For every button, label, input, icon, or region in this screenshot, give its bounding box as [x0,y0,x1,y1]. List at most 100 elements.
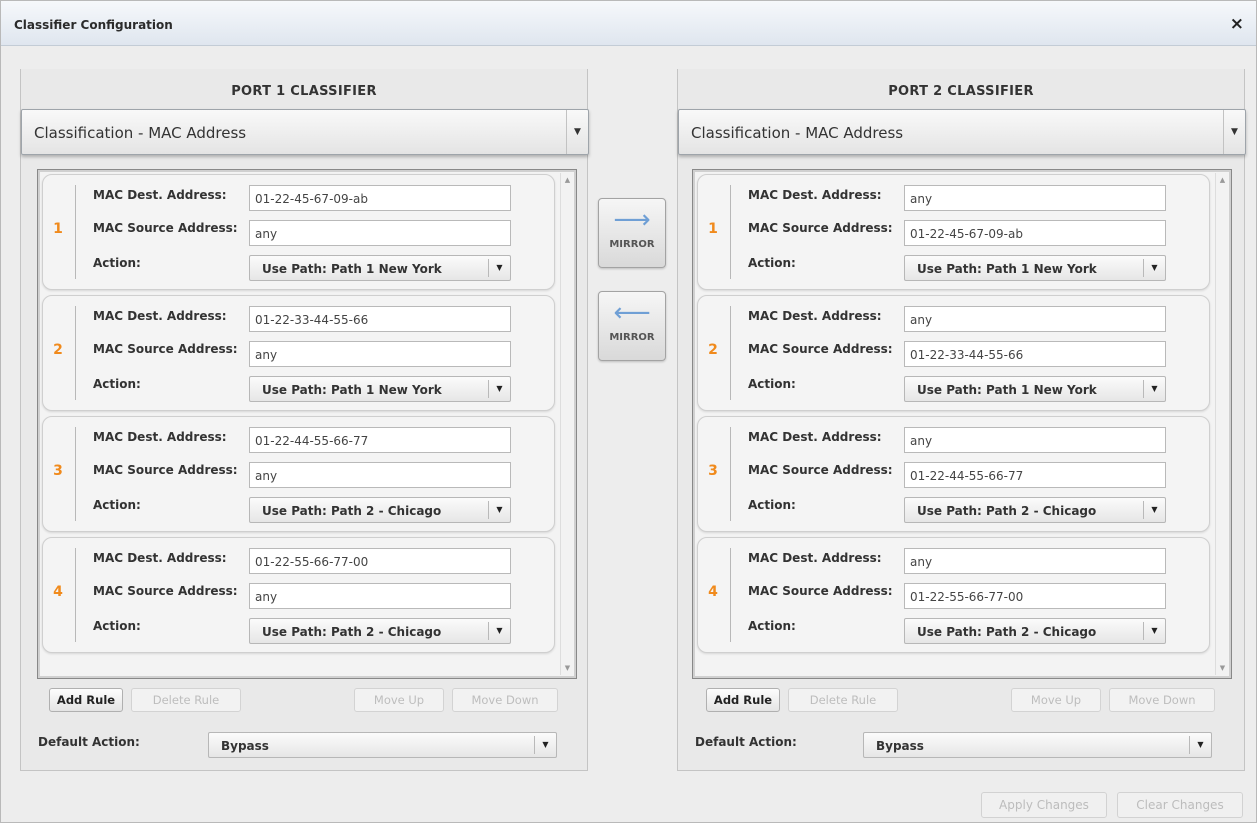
delete-rule-button[interactable]: Delete Rule [131,688,241,712]
dest-address-input[interactable]: any [904,306,1166,332]
chevron-down-icon: ▼ [488,622,510,640]
source-address-input[interactable]: any [249,341,511,367]
default-action-value: Bypass [221,739,269,753]
default-action-value: Bypass [876,739,924,753]
dest-label: MAC Dest. Address: [748,430,882,444]
add-rule-button[interactable]: Add Rule [706,688,780,712]
rule-number: 2 [708,342,718,358]
port1-heading: PORT 1 CLASSIFIER [231,84,377,99]
source-label: MAC Source Address: [748,584,893,598]
source-address-input[interactable]: 01-22-45-67-09-ab [904,220,1166,246]
window-title: Classifier Configuration [14,18,173,32]
scrollbar[interactable]: ▲ ▼ [560,173,573,675]
source-label: MAC Source Address: [93,584,238,598]
mirror-label: MIRROR [609,332,655,343]
dest-label: MAC Dest. Address: [93,309,227,323]
move-down-button[interactable]: Move Down [1109,688,1215,712]
chevron-down-icon: ▼ [566,110,588,154]
mirror-left-button[interactable]: ⟵ MIRROR [598,291,666,361]
port2-rules-list[interactable]: 1 MAC Dest. Address: any MAC Source Addr… [692,169,1232,679]
action-value: Use Path: Path 1 New York [917,262,1097,276]
mirror-label: MIRROR [609,239,655,250]
default-action-label: Default Action: [695,735,797,749]
action-select[interactable]: Use Path: Path 2 - Chicago ▼ [249,497,511,523]
port1-rule-2[interactable]: 2 MAC Dest. Address: 01-22-33-44-55-66 M… [42,295,555,411]
source-label: MAC Source Address: [748,221,893,235]
move-up-button[interactable]: Move Up [354,688,444,712]
source-address-input[interactable]: any [249,462,511,488]
default-action-select[interactable]: Bypass ▼ [208,732,557,758]
port1-rule-3[interactable]: 3 MAC Dest. Address: 01-22-44-55-66-77 M… [42,416,555,532]
port1-rules-list[interactable]: 1 MAC Dest. Address: 01-22-45-67-09-ab M… [37,169,577,679]
classifier-config-dialog: Classifier Configuration × PORT 1 CLASSI… [0,0,1257,823]
add-rule-button[interactable]: Add Rule [49,688,123,712]
source-address-input[interactable]: any [249,220,511,246]
action-label: Action: [93,619,141,633]
scroll-up-icon[interactable]: ▲ [561,173,574,187]
delete-rule-button[interactable]: Delete Rule [788,688,898,712]
action-select[interactable]: Use Path: Path 1 New York ▼ [249,255,511,281]
source-address-input[interactable]: 01-22-33-44-55-66 [904,341,1166,367]
action-select[interactable]: Use Path: Path 2 - Chicago ▼ [904,497,1166,523]
port2-rule-3[interactable]: 3 MAC Dest. Address: any MAC Source Addr… [697,416,1210,532]
action-select[interactable]: Use Path: Path 1 New York ▼ [904,255,1166,281]
chevron-down-icon: ▼ [1143,259,1165,277]
chevron-down-icon: ▼ [1143,380,1165,398]
port2-classification-select[interactable]: Classification - MAC Address ▼ [678,109,1246,155]
source-address-input[interactable]: 01-22-44-55-66-77 [904,462,1166,488]
port1-classification-select[interactable]: Classification - MAC Address ▼ [21,109,589,155]
port2-rule-1[interactable]: 1 MAC Dest. Address: any MAC Source Addr… [697,174,1210,290]
source-address-input[interactable]: 01-22-55-66-77-00 [904,583,1166,609]
default-action-select[interactable]: Bypass ▼ [863,732,1212,758]
clear-changes-button[interactable]: Clear Changes [1117,792,1243,818]
dest-address-input[interactable]: 01-22-44-55-66-77 [249,427,511,453]
scroll-down-icon[interactable]: ▼ [1216,661,1229,675]
port2-panel: PORT 2 CLASSIFIER Classification - MAC A… [677,69,1246,771]
port1-rule-4[interactable]: 4 MAC Dest. Address: 01-22-55-66-77-00 M… [42,537,555,653]
default-action-label: Default Action: [38,735,140,749]
action-select[interactable]: Use Path: Path 2 - Chicago ▼ [904,618,1166,644]
rule-number: 4 [53,584,63,600]
chevron-down-icon: ▼ [1143,501,1165,519]
action-select[interactable]: Use Path: Path 1 New York ▼ [249,376,511,402]
dest-address-input[interactable]: any [904,427,1166,453]
dest-label: MAC Dest. Address: [93,188,227,202]
dest-address-input[interactable]: 01-22-33-44-55-66 [249,306,511,332]
dest-address-input[interactable]: any [904,185,1166,211]
dest-address-input[interactable]: any [904,548,1166,574]
action-value: Use Path: Path 1 New York [262,383,442,397]
action-value: Use Path: Path 2 - Chicago [917,504,1097,518]
dest-label: MAC Dest. Address: [93,430,227,444]
arrow-left-icon: ⟵ [613,298,651,328]
action-value: Use Path: Path 2 - Chicago [262,504,442,518]
port2-classification-value: Classification - MAC Address [691,124,904,142]
action-select[interactable]: Use Path: Path 2 - Chicago ▼ [249,618,511,644]
scrollbar[interactable]: ▲ ▼ [1215,173,1228,675]
action-label: Action: [93,498,141,512]
divider [730,185,731,279]
rule-number: 3 [53,463,63,479]
dest-label: MAC Dest. Address: [748,309,882,323]
dest-address-input[interactable]: 01-22-45-67-09-ab [249,185,511,211]
dest-address-input[interactable]: 01-22-55-66-77-00 [249,548,511,574]
source-address-input[interactable]: any [249,583,511,609]
action-value: Use Path: Path 2 - Chicago [917,625,1097,639]
source-label: MAC Source Address: [93,221,238,235]
action-select[interactable]: Use Path: Path 1 New York ▼ [904,376,1166,402]
move-up-button[interactable]: Move Up [1011,688,1101,712]
chevron-down-icon: ▼ [1189,736,1211,754]
move-down-button[interactable]: Move Down [452,688,558,712]
rule-number: 1 [708,221,718,237]
scroll-down-icon[interactable]: ▼ [561,661,574,675]
apply-changes-button[interactable]: Apply Changes [981,792,1107,818]
port2-rule-4[interactable]: 4 MAC Dest. Address: any MAC Source Addr… [697,537,1210,653]
port2-rule-2[interactable]: 2 MAC Dest. Address: any MAC Source Addr… [697,295,1210,411]
close-icon[interactable]: × [1230,14,1244,34]
action-label: Action: [748,619,796,633]
scroll-up-icon[interactable]: ▲ [1216,173,1229,187]
port2-heading: PORT 2 CLASSIFIER [888,84,1034,99]
port1-rule-1[interactable]: 1 MAC Dest. Address: 01-22-45-67-09-ab M… [42,174,555,290]
port1-panel: PORT 1 CLASSIFIER Classification - MAC A… [20,69,589,771]
dest-label: MAC Dest. Address: [93,551,227,565]
mirror-right-button[interactable]: ⟶ MIRROR [598,198,666,268]
